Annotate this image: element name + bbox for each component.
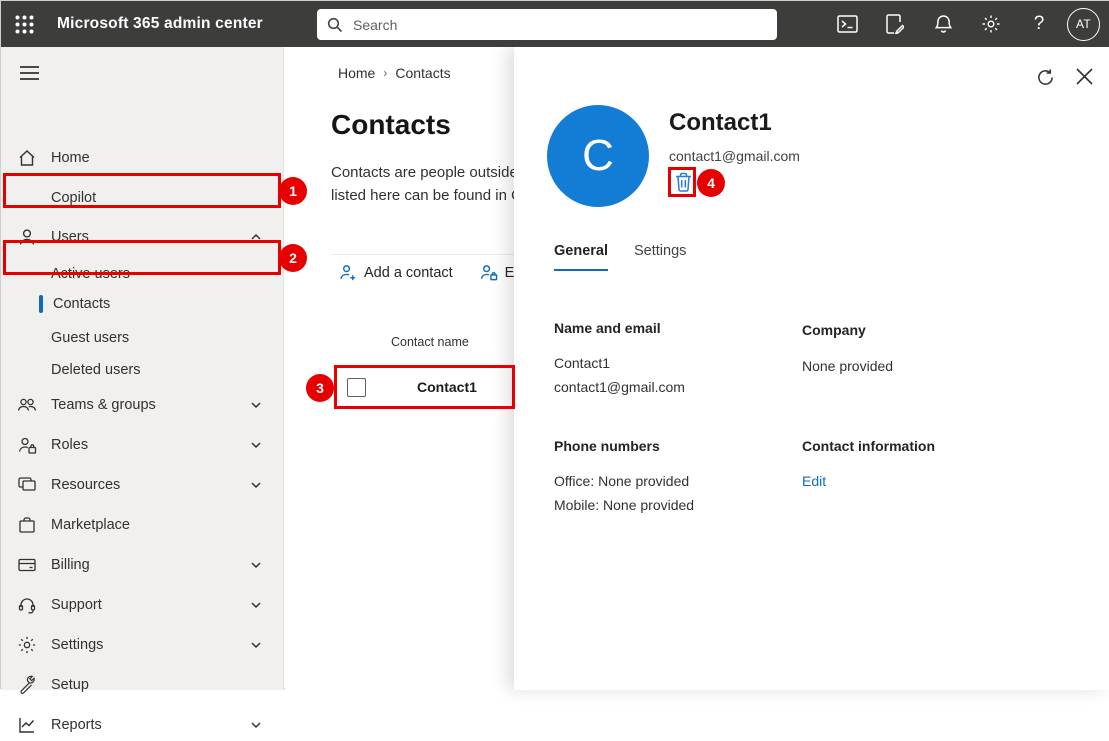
home-icon	[17, 148, 37, 168]
panel-contact-email: contact1@gmail.com	[669, 148, 800, 164]
sidebar-item-contacts[interactable]: Contacts	[1, 288, 284, 320]
cli-terminal-icon[interactable]	[823, 1, 871, 47]
row-checkbox[interactable]	[347, 378, 366, 397]
sidebar-item-resources[interactable]: Resources	[1, 469, 284, 501]
resources-icon	[17, 475, 37, 495]
copilot-icon	[17, 188, 37, 208]
search-icon	[327, 17, 343, 33]
contact-details-panel: C Contact1 contact1@gmail.com General Se…	[514, 47, 1109, 690]
sidebar-nav: Home Copilot Users Active users Contacts…	[1, 47, 284, 690]
collapse-menu-icon[interactable]	[15, 59, 43, 87]
sidebar-item-reports[interactable]: Reports	[1, 709, 284, 741]
sidebar-item-settings[interactable]: Settings	[1, 629, 284, 661]
detail-office-phone: Office: None provided	[554, 473, 689, 489]
close-icon[interactable]	[1076, 68, 1096, 88]
sidebar-item-roles[interactable]: Roles	[1, 429, 284, 461]
sidebar-item-teams-groups[interactable]: Teams & groups	[1, 389, 284, 421]
sidebar-item-marketplace[interactable]: Marketplace	[1, 509, 284, 541]
person-add-icon	[338, 263, 357, 282]
person-edit-icon	[479, 263, 498, 282]
sidebar-item-users[interactable]: Users	[1, 221, 284, 253]
chevron-down-icon	[249, 398, 263, 412]
tab-general[interactable]: General	[554, 243, 608, 271]
chevron-down-icon	[249, 718, 263, 732]
delete-contact-icon[interactable]	[672, 170, 694, 194]
avatar-letter: C	[582, 131, 614, 181]
chevron-down-icon	[249, 438, 263, 452]
panel-contact-name: Contact1	[669, 109, 772, 137]
sidebar-item-support[interactable]: Support	[1, 589, 284, 621]
section-heading-name-email: Name and email	[554, 320, 661, 336]
edit-contact-information-link[interactable]: Edit	[802, 473, 826, 489]
users-icon	[17, 227, 37, 247]
teams-groups-icon	[17, 395, 37, 415]
setup-wrench-icon	[17, 675, 37, 695]
chevron-down-icon	[249, 558, 263, 572]
sidebar-item-deleted-users[interactable]: Deleted users	[1, 354, 284, 386]
send-feedback-icon[interactable]	[871, 1, 919, 47]
search-input[interactable]	[353, 17, 767, 33]
contact-table-row[interactable]: Contact1	[335, 367, 513, 407]
marketplace-icon	[17, 515, 37, 535]
add-contact-button[interactable]: Add a contact	[338, 263, 453, 282]
list-toolbar: Add a contact Edit	[338, 263, 530, 282]
breadcrumb-chevron-icon: ›	[383, 66, 387, 80]
section-heading-company: Company	[802, 322, 866, 338]
help-icon[interactable]: ?	[1015, 1, 1063, 47]
roles-icon	[17, 435, 37, 455]
breadcrumb-home-link[interactable]: Home	[338, 65, 375, 81]
detail-contact-name: Contact1	[554, 355, 610, 371]
detail-company-value: None provided	[802, 358, 893, 374]
settings-gear-icon	[17, 635, 37, 655]
notifications-bell-icon[interactable]	[919, 1, 967, 47]
sidebar-item-active-users[interactable]: Active users	[1, 258, 284, 290]
sidebar-item-setup[interactable]: Setup	[1, 669, 284, 701]
sidebar-item-billing[interactable]: Billing	[1, 549, 284, 581]
breadcrumb: Home › Contacts	[338, 65, 451, 81]
tab-settings[interactable]: Settings	[634, 243, 686, 271]
support-headset-icon	[17, 595, 37, 615]
billing-icon	[17, 555, 37, 575]
topbar: Microsoft 365 admin center	[1, 1, 1109, 47]
app-launcher-waffle-icon[interactable]	[1, 1, 47, 47]
avatar-initials: AT	[1076, 17, 1091, 31]
selected-indicator	[39, 295, 43, 313]
column-header-contact-name[interactable]: Contact name	[391, 335, 469, 349]
section-heading-contact-information: Contact information	[802, 438, 935, 454]
detail-contact-email: contact1@gmail.com	[554, 379, 685, 395]
chevron-down-icon	[249, 598, 263, 612]
chevron-down-icon	[249, 638, 263, 652]
page-title: Contacts	[331, 109, 451, 141]
settings-gear-icon[interactable]	[967, 1, 1015, 47]
breadcrumb-current: Contacts	[395, 65, 450, 81]
sidebar-item-guest-users[interactable]: Guest users	[1, 322, 284, 354]
section-heading-phone-numbers: Phone numbers	[554, 438, 660, 454]
contact-name-cell[interactable]: Contact1	[417, 379, 477, 395]
app-title: Microsoft 365 admin center	[57, 15, 263, 33]
detail-mobile-phone: Mobile: None provided	[554, 497, 694, 513]
sidebar-item-home[interactable]: Home	[1, 142, 284, 174]
refresh-icon[interactable]	[1036, 68, 1056, 88]
chevron-down-icon	[249, 478, 263, 492]
search-box[interactable]	[317, 9, 777, 40]
panel-tabs: General Settings	[554, 243, 686, 271]
reports-chart-icon	[17, 715, 37, 735]
contact-avatar: C	[547, 105, 649, 207]
chevron-up-icon	[249, 230, 263, 244]
account-avatar[interactable]: AT	[1067, 8, 1100, 41]
sidebar-item-copilot[interactable]: Copilot	[1, 182, 284, 214]
